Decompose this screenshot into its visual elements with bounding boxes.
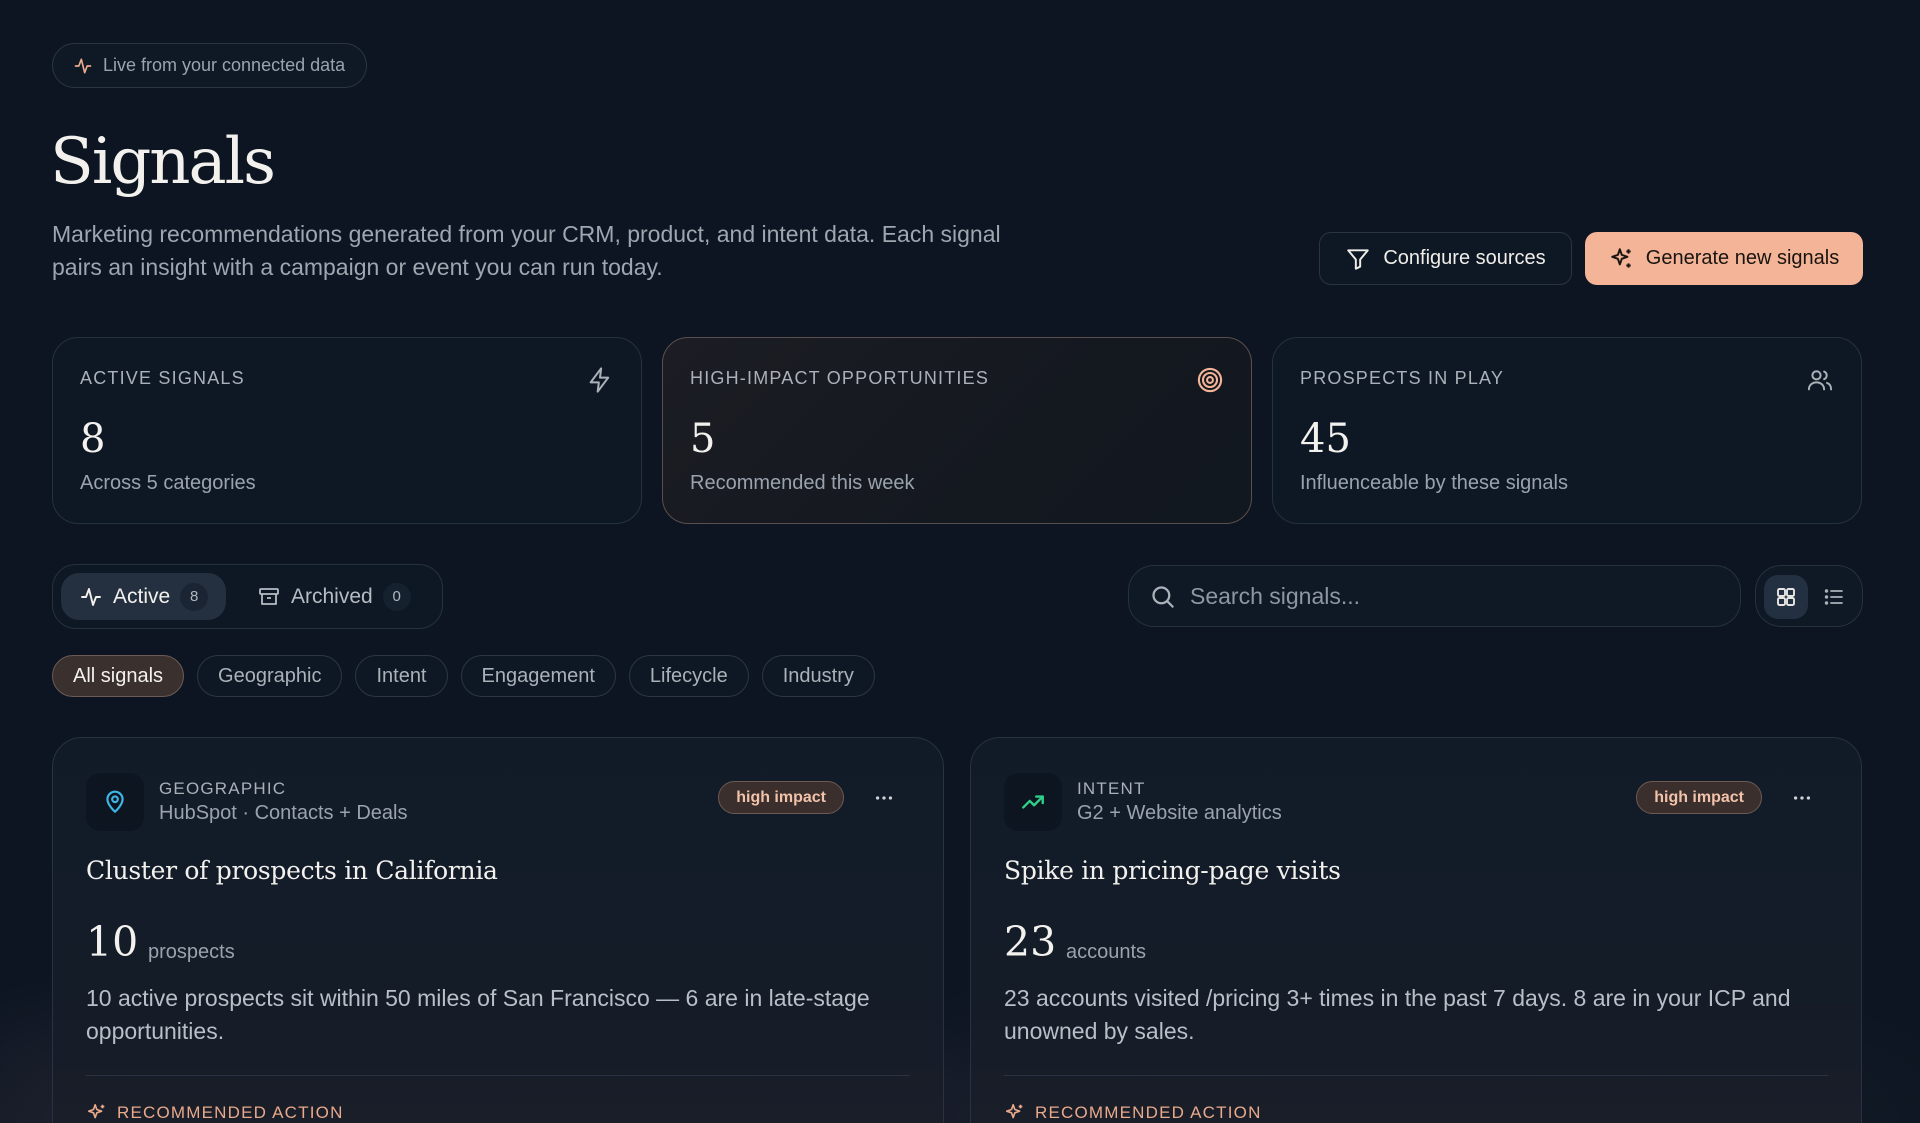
stat-value: 45 xyxy=(1300,416,1351,462)
live-data-badge: Live from your connected data xyxy=(52,43,368,88)
stat-caption: Across 5 categories xyxy=(80,472,256,494)
recommended-action-header: RECOMMENDED ACTION xyxy=(86,1102,344,1123)
configure-sources-button[interactable]: Configure sources xyxy=(1319,232,1572,285)
signal-source: HubSpot · Contacts + Deals xyxy=(159,802,408,824)
configure-sources-label: Configure sources xyxy=(1383,247,1546,269)
live-badge-label: Live from your connected data xyxy=(103,55,346,75)
signal-category: GEOGRAPHIC xyxy=(159,779,287,798)
search-box xyxy=(1128,565,1741,627)
trending-up-icon xyxy=(1004,773,1062,831)
stat-value: 5 xyxy=(690,416,716,462)
stat-caption: Recommended this week xyxy=(690,472,915,494)
filter-chip-all[interactable]: All signals xyxy=(52,655,185,697)
stat-label: HIGH-IMPACT OPPORTUNITIES xyxy=(690,368,990,388)
users-icon xyxy=(1806,366,1834,394)
lightning-icon xyxy=(586,366,614,394)
signal-title: Cluster of prospects in California xyxy=(86,856,498,885)
tab-archived[interactable]: Archived 0 xyxy=(239,573,429,620)
filter-chip-geographic[interactable]: Geographic xyxy=(197,655,343,697)
filter-icon xyxy=(1345,246,1371,272)
target-icon xyxy=(1196,366,1224,394)
sparkles-icon xyxy=(86,1102,108,1123)
signal-source: G2 + Website analytics xyxy=(1077,802,1282,824)
activity-icon xyxy=(73,56,93,76)
stat-card-active-signals: ACTIVE SIGNALS 8 Across 5 categories xyxy=(52,337,642,524)
filter-chip-engagement[interactable]: Engagement xyxy=(460,655,616,697)
signal-description: 10 active prospects sit within 50 miles … xyxy=(86,985,870,1044)
tab-active[interactable]: Active 8 xyxy=(61,573,227,620)
more-horizontal-icon xyxy=(873,787,895,809)
signal-metric-unit: accounts xyxy=(1066,941,1147,963)
filter-chip-industry[interactable]: Industry xyxy=(761,655,875,697)
signal-metric-unit: prospects xyxy=(148,941,235,963)
generate-signals-label: Generate new signals xyxy=(1645,247,1840,269)
signal-metric: 23 xyxy=(1004,918,1057,966)
signal-card[interactable]: INTENT G2 + Website analytics high impac… xyxy=(970,737,1862,1123)
grid-view-button[interactable] xyxy=(1764,575,1808,619)
divider xyxy=(1004,1075,1828,1076)
signal-card[interactable]: GEOGRAPHIC HubSpot · Contacts + Deals hi… xyxy=(52,737,944,1123)
stat-card-high-impact: HIGH-IMPACT OPPORTUNITIES 5 Recommended … xyxy=(662,337,1252,524)
recommended-action-label: RECOMMENDED ACTION xyxy=(117,1103,344,1122)
page-title: Signals xyxy=(50,125,276,199)
tab-label: Active xyxy=(113,584,171,608)
search-icon xyxy=(1149,583,1176,610)
filter-chip-intent[interactable]: Intent xyxy=(355,655,448,697)
impact-badge: high impact xyxy=(1636,781,1762,814)
view-toggle xyxy=(1755,565,1863,627)
list-view-button[interactable] xyxy=(1812,575,1856,619)
page-subtitle: Marketing recommendations generated from… xyxy=(52,221,1001,280)
list-icon xyxy=(1822,585,1846,609)
more-options-button[interactable] xyxy=(869,783,899,813)
signal-metric: 10 xyxy=(86,918,139,966)
map-pin-icon xyxy=(86,773,144,831)
stat-caption: Influenceable by these signals xyxy=(1300,472,1568,494)
more-horizontal-icon xyxy=(1791,787,1813,809)
search-input[interactable] xyxy=(1190,582,1710,610)
tab-count: 0 xyxy=(382,582,411,611)
category-filters: All signals Geographic Intent Engagement… xyxy=(52,655,875,697)
sparkles-icon xyxy=(1609,246,1635,272)
recommended-action-header: RECOMMENDED ACTION xyxy=(1004,1102,1262,1123)
signal-category: INTENT xyxy=(1077,779,1146,798)
signal-description: 23 accounts visited /pricing 3+ times in… xyxy=(1004,985,1791,1044)
filter-chip-lifecycle[interactable]: Lifecycle xyxy=(628,655,749,697)
archive-icon xyxy=(257,585,281,609)
divider xyxy=(86,1075,910,1076)
tab-label: Archived xyxy=(291,584,373,608)
grid-icon xyxy=(1774,585,1798,609)
sparkles-icon xyxy=(1004,1102,1026,1123)
impact-badge: high impact xyxy=(718,781,844,814)
activity-icon xyxy=(79,585,103,609)
signal-title: Spike in pricing-page visits xyxy=(1004,856,1341,885)
stat-label: PROSPECTS IN PLAY xyxy=(1300,368,1505,388)
stat-value: 8 xyxy=(80,416,106,462)
generate-signals-button[interactable]: Generate new signals xyxy=(1585,232,1863,285)
signal-status-tabs: Active 8 Archived 0 xyxy=(52,564,443,629)
recommended-action-label: RECOMMENDED ACTION xyxy=(1035,1103,1262,1122)
more-options-button[interactable] xyxy=(1787,783,1817,813)
stat-label: ACTIVE SIGNALS xyxy=(80,368,245,388)
tab-count: 8 xyxy=(180,582,209,611)
stat-card-prospects: PROSPECTS IN PLAY 45 Influenceable by th… xyxy=(1272,337,1862,524)
